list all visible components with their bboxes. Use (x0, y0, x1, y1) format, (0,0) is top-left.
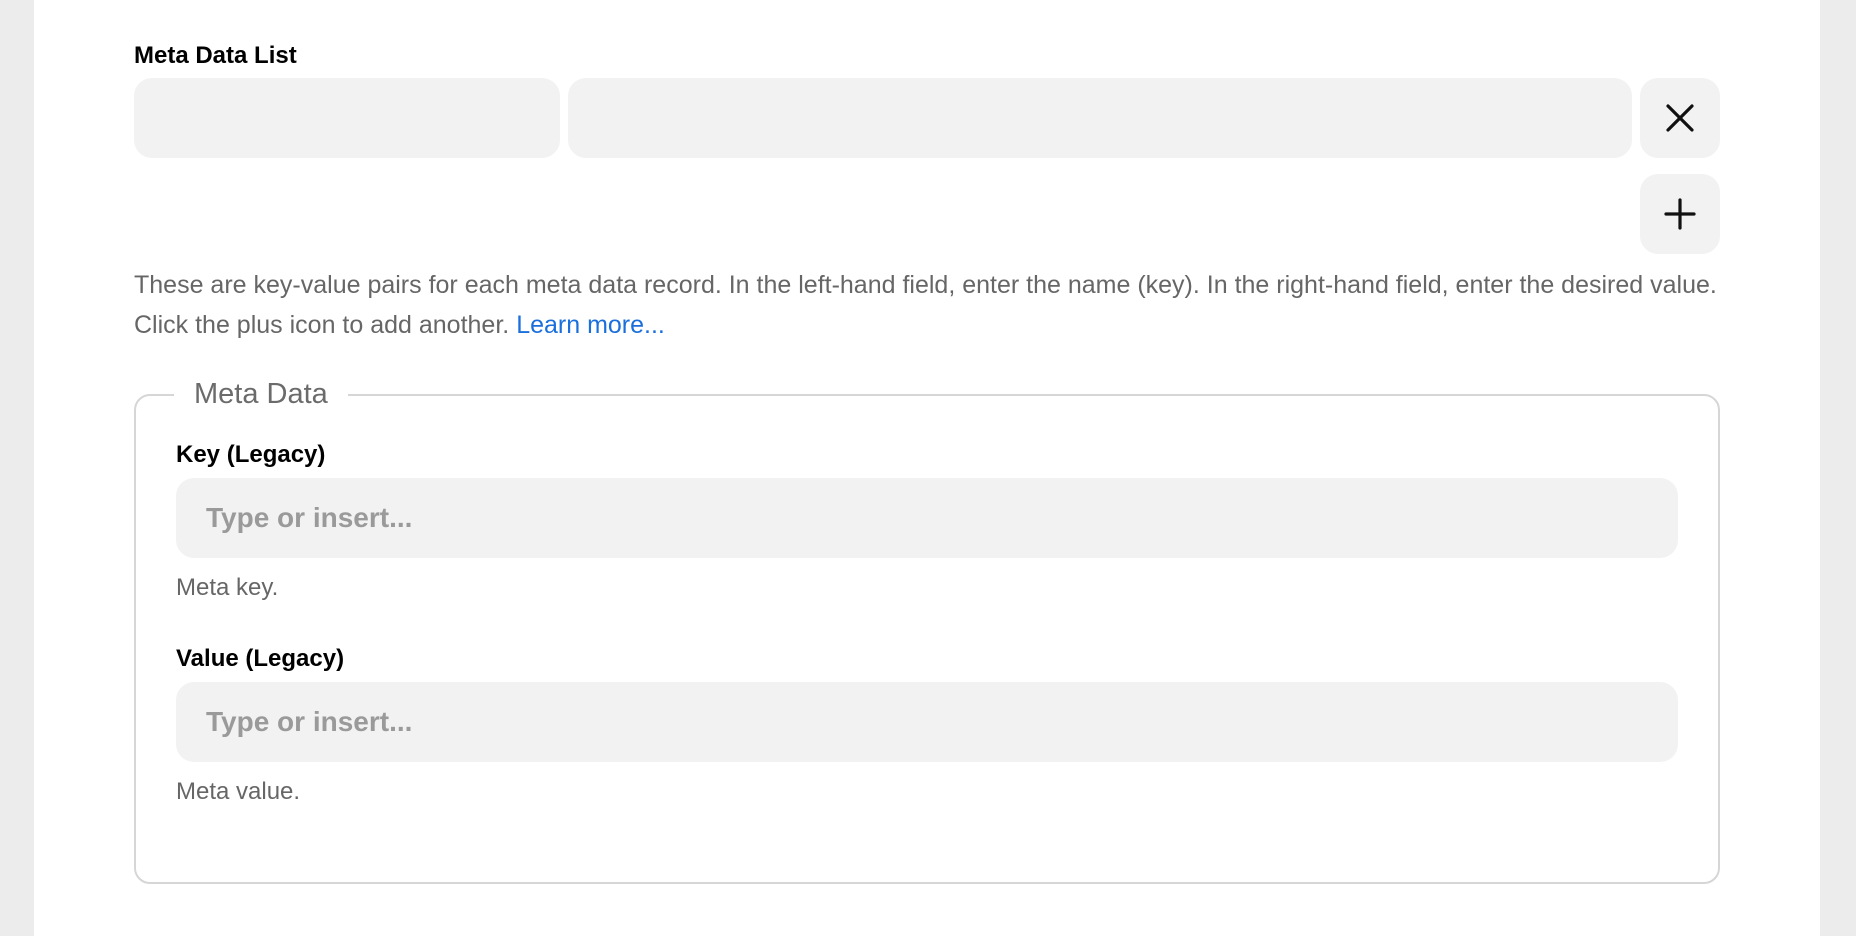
meta-key-input[interactable] (134, 78, 560, 158)
meta-list-help-text: These are key-value pairs for each meta … (134, 265, 1720, 345)
meta-value-input[interactable] (568, 78, 1632, 158)
add-row-button[interactable] (1640, 174, 1720, 254)
value-legacy-label: Value (Legacy) (176, 645, 345, 672)
key-legacy-help: Meta key. (176, 574, 279, 601)
meta-data-fieldset: Meta Data Key (Legacy) Meta key. Value (… (134, 376, 1720, 884)
meta-list-help-body: These are key-value pairs for each meta … (134, 271, 1717, 339)
key-legacy-input[interactable] (176, 478, 1678, 558)
value-legacy-help: Meta value. (176, 778, 301, 805)
learn-more-link[interactable]: Learn more... (516, 311, 665, 339)
value-legacy-input[interactable] (176, 682, 1678, 762)
meta-data-list-label: Meta Data List (134, 42, 297, 69)
key-legacy-label: Key (Legacy) (176, 441, 326, 468)
meta-data-legend: Meta Data (174, 376, 348, 412)
plus-icon (1664, 198, 1696, 230)
form-panel: Meta Data List These are key-value pairs… (34, 0, 1820, 936)
remove-row-button[interactable] (1640, 78, 1720, 158)
close-icon (1666, 104, 1694, 132)
